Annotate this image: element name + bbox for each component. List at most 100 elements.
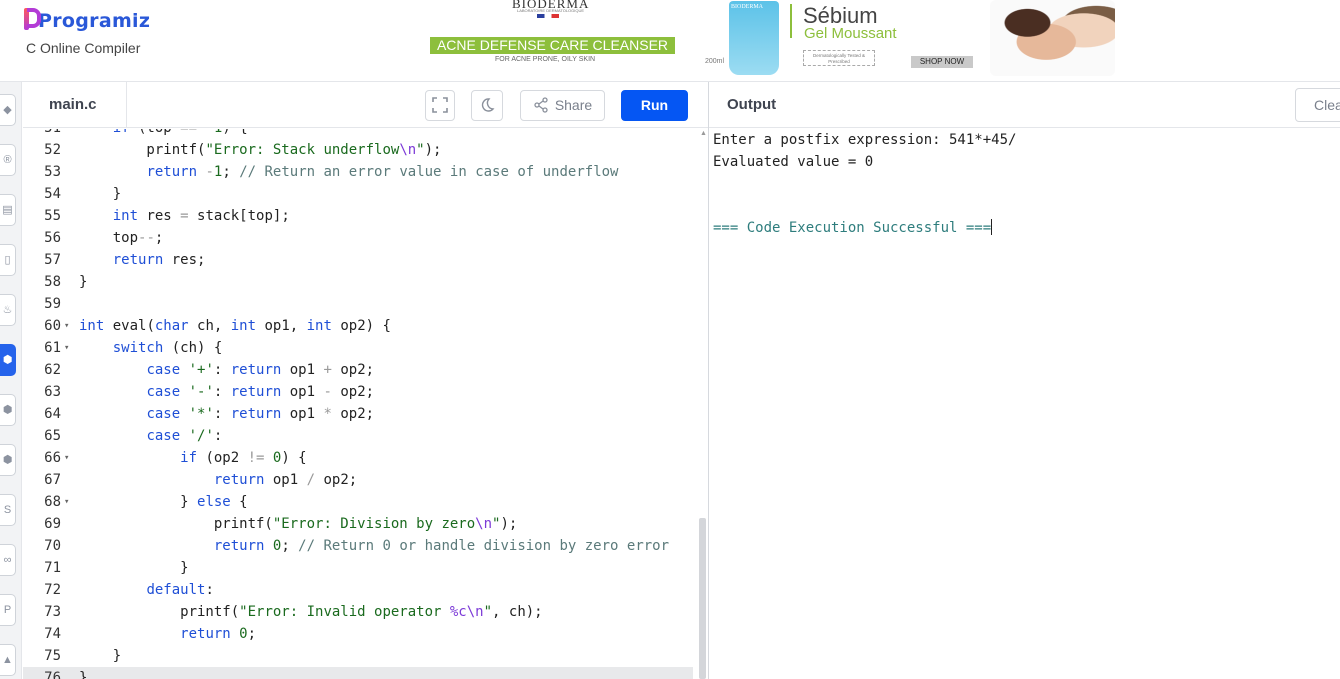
code-line[interactable]: 64 case '*': return op1 * op2; xyxy=(23,403,693,425)
run-button[interactable]: Run xyxy=(621,90,688,121)
ad-badge: Dermatologically Tested & Prescribed xyxy=(803,50,875,66)
fold-toggle-icon[interactable]: ▾ xyxy=(64,491,74,513)
line-number: 62 xyxy=(44,362,61,378)
code-line[interactable]: 75 } xyxy=(23,645,693,667)
ad-shop-now-button[interactable]: SHOP NOW xyxy=(911,56,973,68)
line-number: 65 xyxy=(44,428,61,444)
code-text: return 0; xyxy=(180,626,257,642)
code-line[interactable]: 58} xyxy=(23,271,693,293)
code-line[interactable]: 66 ▾ if (op2 != 0) { xyxy=(23,447,693,469)
line-number: 57 xyxy=(44,252,61,268)
code-line[interactable]: 52 printf("Error: Stack underflow\n"); xyxy=(23,139,693,161)
code-editor[interactable]: 51 if (top == -1) {52 printf("Error: Sta… xyxy=(23,129,708,679)
language-rail: ◆ ® ▤ ▯ ♨ ⬢ ⬢ ⬢ S ∞ P ▲ xyxy=(0,82,22,679)
code-line[interactable]: 63 case '-': return op1 - op2; xyxy=(23,381,693,403)
share-button[interactable]: Share xyxy=(520,90,605,121)
code-text: switch (ch) { xyxy=(112,340,223,356)
output-line: Enter a postfix expression: 541*+45/ xyxy=(713,132,1017,148)
code-line[interactable]: 59 xyxy=(23,293,693,315)
code-line[interactable]: 70 return 0; // Return 0 or handle divis… xyxy=(23,535,693,557)
code-text: case '+': return op1 + op2; xyxy=(146,362,375,378)
code-text: printf("Error: Invalid operator %c\n", c… xyxy=(79,604,543,620)
editor-scrollbar[interactable] xyxy=(699,518,706,679)
line-number: 74 xyxy=(44,626,61,642)
php-icon[interactable]: P xyxy=(0,594,16,626)
logo-mark-icon xyxy=(24,8,41,30)
clear-button[interactable]: Clear xyxy=(1295,88,1340,122)
theme-toggle-button[interactable] xyxy=(471,90,503,121)
ad-subline: FOR ACNE PRONE, OILY SKIN xyxy=(495,56,596,63)
code-text: if (top == -1) { xyxy=(79,129,248,139)
programiz-logo[interactable]: Programiz xyxy=(24,8,150,32)
code-line[interactable]: 54 } xyxy=(23,183,693,205)
expand-button[interactable] xyxy=(425,90,455,121)
line-number: 54 xyxy=(44,186,61,202)
r-icon[interactable]: ® xyxy=(0,144,16,176)
line-number: 73 xyxy=(44,604,61,620)
line-number: 59 xyxy=(44,296,61,312)
code-text: } xyxy=(79,186,122,202)
code-line[interactable]: 57 return res; xyxy=(23,249,693,271)
code-line[interactable]: 76} xyxy=(23,667,693,679)
csharp-icon[interactable]: ⬢ xyxy=(0,444,16,476)
ad-banner[interactable]: BIODERMA LABORATOIRE DERMATOLOGIQUE ACNE… xyxy=(425,0,1115,80)
code-line[interactable]: 67 return op1 / op2; xyxy=(23,469,693,491)
page-subtitle: C Online Compiler xyxy=(26,40,141,56)
code-text: top--; xyxy=(79,230,164,246)
code-text: return res; xyxy=(112,252,206,268)
ad-volume: 200ml xyxy=(705,58,725,65)
scroll-up-icon[interactable]: ▲ xyxy=(700,130,707,137)
code-text: printf("Error: Division by zero\n"); xyxy=(79,516,518,532)
code-text: case '-': return op1 - op2; xyxy=(146,384,375,400)
c-icon[interactable]: ⬢ xyxy=(0,344,16,376)
line-number: 69 xyxy=(44,516,61,532)
sql-icon[interactable]: ▤ xyxy=(0,194,16,226)
code-line[interactable]: 53 return -1; // Return an error value i… xyxy=(23,161,693,183)
line-number: 64 xyxy=(44,406,61,422)
code-line[interactable]: 56 top--; xyxy=(23,227,693,249)
line-number: 71 xyxy=(44,560,61,576)
cpp-icon[interactable]: ⬢ xyxy=(0,394,16,426)
line-number: 76 xyxy=(44,670,61,679)
code-text: } xyxy=(79,648,122,664)
line-number: 58 xyxy=(44,274,61,290)
code-text: return 0; // Return 0 or handle division… xyxy=(213,538,670,554)
ad-bottle-brand: BIODERMA xyxy=(731,4,764,10)
swift-icon[interactable]: ▲ xyxy=(0,644,16,676)
code-text: default: xyxy=(146,582,214,598)
code-line[interactable]: 72 default: xyxy=(23,579,693,601)
line-number: 52 xyxy=(44,142,61,158)
code-line[interactable]: 65 case '/': xyxy=(23,425,693,447)
code-line[interactable]: 69 printf("Error: Division by zero\n"); xyxy=(23,513,693,535)
ad-models-image xyxy=(990,0,1115,76)
line-number: 51 xyxy=(23,129,61,139)
html-icon[interactable]: ▯ xyxy=(0,244,16,276)
code-line[interactable]: 60 ▾ int eval(char ch, int op1, int op2) { xyxy=(23,315,693,337)
output-title: Output xyxy=(727,96,777,113)
file-tab[interactable]: main.c xyxy=(23,82,127,128)
top-bar: Programiz C Online Compiler BIODERMA LAB… xyxy=(0,0,1340,82)
code-line[interactable]: 55 int res = stack[top]; xyxy=(23,205,693,227)
code-line[interactable]: 74 return 0; xyxy=(23,623,693,645)
code-text: case '*': return op1 * op2; xyxy=(146,406,375,422)
code-line[interactable]: 73 printf("Error: Invalid operator %c\n"… xyxy=(23,601,693,623)
output-line: Evaluated value = 0 xyxy=(713,154,874,170)
java-icon[interactable]: ♨ xyxy=(0,294,16,326)
code-line[interactable]: 71 } xyxy=(23,557,693,579)
go-icon[interactable]: ∞ xyxy=(0,544,16,576)
output-console[interactable]: Enter a postfix expression: 541*+45/Eval… xyxy=(709,129,1340,679)
python-icon[interactable]: ◆ xyxy=(0,94,16,126)
line-number: 68 xyxy=(44,494,61,510)
expand-icon xyxy=(432,97,448,113)
moon-icon xyxy=(481,98,495,112)
code-line[interactable]: 68 ▾ } else { xyxy=(23,491,693,513)
code-line[interactable]: 61 ▾ switch (ch) { xyxy=(23,337,693,359)
ad-brand-sub: LABORATOIRE DERMATOLOGIQUE xyxy=(517,8,585,13)
code-line[interactable]: 62 case '+': return op1 + op2; xyxy=(23,359,693,381)
fold-toggle-icon[interactable]: ▾ xyxy=(64,447,74,469)
fold-toggle-icon[interactable]: ▾ xyxy=(64,315,74,337)
line-number: 61 xyxy=(44,340,61,356)
fold-toggle-icon[interactable]: ▾ xyxy=(64,337,74,359)
code-line[interactable]: 51 if (top == -1) { xyxy=(23,129,693,139)
js-icon[interactable]: S xyxy=(0,494,16,526)
